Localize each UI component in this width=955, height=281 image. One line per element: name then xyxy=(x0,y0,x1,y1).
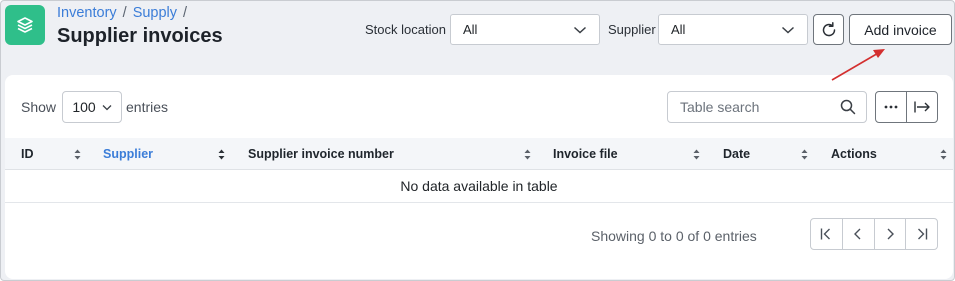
breadcrumb-separator: / xyxy=(122,5,127,21)
breadcrumb-supply[interactable]: Supply xyxy=(133,5,177,21)
first-page-icon xyxy=(821,228,831,240)
supplier-filter-label: Supplier xyxy=(608,22,656,37)
table-header: ID Supplier Supplier invoice number Invo… xyxy=(5,138,953,170)
column-invoice-file-label: Invoice file xyxy=(553,147,618,161)
column-date[interactable]: Date xyxy=(723,138,808,170)
breadcrumb-separator: / xyxy=(183,5,188,21)
column-invoice-file[interactable]: Invoice file xyxy=(553,138,700,170)
table-tools xyxy=(875,91,938,123)
column-id-label: ID xyxy=(21,147,34,161)
sort-icon xyxy=(693,149,700,160)
column-actions[interactable]: Actions xyxy=(831,138,947,170)
table-search[interactable] xyxy=(667,91,867,123)
stock-location-value: All xyxy=(463,22,478,37)
breadcrumb-inventory[interactable]: Inventory xyxy=(57,5,117,21)
page-length-select[interactable]: 100 xyxy=(62,91,122,123)
empty-table-message: No data available in table xyxy=(5,170,953,203)
table-search-input[interactable] xyxy=(680,99,830,115)
search-icon xyxy=(840,99,856,115)
stock-location-select[interactable]: All xyxy=(450,14,600,45)
breadcrumb: Inventory / Supply / xyxy=(57,5,187,21)
ellipsis-icon xyxy=(884,105,898,109)
sort-icon xyxy=(801,149,808,160)
last-page-icon xyxy=(917,228,927,240)
show-label: Show xyxy=(21,99,57,115)
column-supplier-invoice-number[interactable]: Supplier invoice number xyxy=(248,138,531,170)
column-date-label: Date xyxy=(723,147,751,161)
page-length-value: 100 xyxy=(72,99,96,115)
pagination xyxy=(810,218,938,250)
sort-icon xyxy=(218,149,225,160)
sort-icon xyxy=(74,149,81,160)
export-button[interactable] xyxy=(906,92,937,122)
chevron-left-icon xyxy=(854,228,861,240)
add-invoice-button[interactable]: Add invoice xyxy=(849,14,952,45)
invoices-table-card: Show 100 entries Table search ID Supplie… xyxy=(5,75,953,279)
column-id[interactable]: ID xyxy=(21,138,81,170)
table-info: Showing 0 to 0 of 0 entries xyxy=(591,228,757,244)
sort-icon xyxy=(940,149,947,160)
chevron-down-icon xyxy=(781,26,795,34)
arrow-right-to-line-icon xyxy=(914,101,930,113)
sort-icon xyxy=(524,149,531,160)
chevron-right-icon xyxy=(887,228,894,240)
column-invoice-number-label: Supplier invoice number xyxy=(248,147,394,161)
stock-location-label: Stock location xyxy=(365,22,446,37)
inventory-logo-icon xyxy=(5,5,45,45)
next-page-button[interactable] xyxy=(873,219,906,249)
column-actions-label: Actions xyxy=(831,147,877,161)
entries-label: entries xyxy=(126,99,169,115)
chevron-down-icon xyxy=(102,104,112,110)
previous-page-button[interactable] xyxy=(841,219,874,249)
first-page-button[interactable] xyxy=(811,219,842,249)
last-page-button[interactable] xyxy=(905,219,937,249)
page-title: Supplier invoices xyxy=(57,25,223,47)
more-options-button[interactable] xyxy=(876,92,906,122)
supplier-select[interactable]: All xyxy=(658,14,808,45)
app-frame: Inventory / Supply / Supplier invoices S… xyxy=(0,0,955,281)
refresh-icon xyxy=(822,21,835,36)
column-supplier[interactable]: Supplier xyxy=(103,138,225,170)
refresh-button[interactable] xyxy=(813,14,844,45)
column-supplier-label: Supplier xyxy=(103,147,154,161)
supplier-value: All xyxy=(671,22,686,37)
chevron-down-icon xyxy=(573,26,587,34)
